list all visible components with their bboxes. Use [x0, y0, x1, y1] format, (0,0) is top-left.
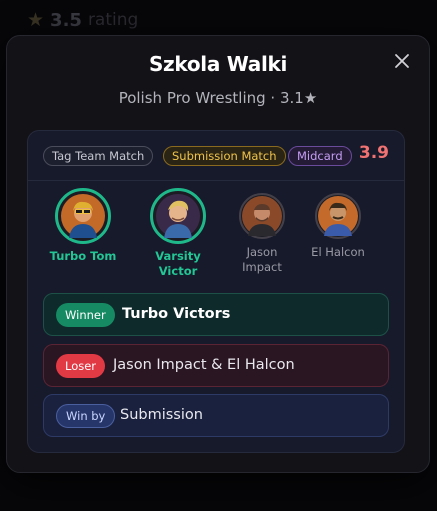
match-card-header: Tag Team Match Submission Match Midcard …	[28, 131, 404, 181]
wrestler-el-halcon[interactable]: El Halcon	[301, 193, 375, 260]
loser-badge: Loser	[56, 354, 106, 378]
loser-row: Loser Jason Impact & El Halcon	[43, 344, 389, 387]
wrestler-varsity-victor[interactable]: Varsity Victor	[141, 188, 215, 279]
avatar	[55, 188, 111, 244]
wrestler-jason-impact[interactable]: Jason Impact	[225, 193, 299, 275]
wrestler-name: Varsity Victor	[155, 249, 201, 278]
avatar	[239, 193, 285, 239]
background-rating-label: rating	[87, 10, 139, 30]
winner-badge: Winner	[56, 303, 115, 327]
modal-title: Szkola Walki	[148, 52, 288, 76]
match-card: Tag Team Match Submission Match Midcard …	[27, 130, 405, 453]
wrestler-name: El Halcon	[311, 245, 365, 259]
win-by-badge: Win by	[56, 404, 116, 428]
match-score: 3.9	[358, 143, 389, 163]
winner-row: Winner Turbo Victors	[43, 293, 389, 336]
stipulation-chip: Submission Match	[163, 146, 286, 166]
winner-value: Turbo Victors	[122, 306, 231, 322]
background-rating: ★ 3.5 rating	[27, 9, 138, 31]
win-by-value: Submission	[120, 407, 203, 423]
star-icon: ★	[27, 9, 45, 31]
match-modal: Szkola Walki Polish Pro Wrestling · 3.1★…	[6, 35, 430, 473]
avatar	[150, 188, 206, 244]
win-by-row: Win by Submission	[43, 394, 389, 437]
wrestler-turbo-tom[interactable]: Turbo Tom	[46, 188, 120, 264]
wrestler-name: Turbo Tom	[49, 249, 117, 263]
modal-subtitle: Polish Pro Wrestling · 3.1★	[118, 89, 318, 107]
loser-value: Jason Impact & El Halcon	[113, 357, 295, 373]
background-rating-value: 3.5	[50, 9, 82, 31]
card-position-chip: Midcard	[288, 146, 352, 166]
avatar	[315, 193, 361, 239]
wrestler-name: Jason Impact	[242, 245, 282, 274]
match-type-chip: Tag Team Match	[43, 146, 154, 166]
